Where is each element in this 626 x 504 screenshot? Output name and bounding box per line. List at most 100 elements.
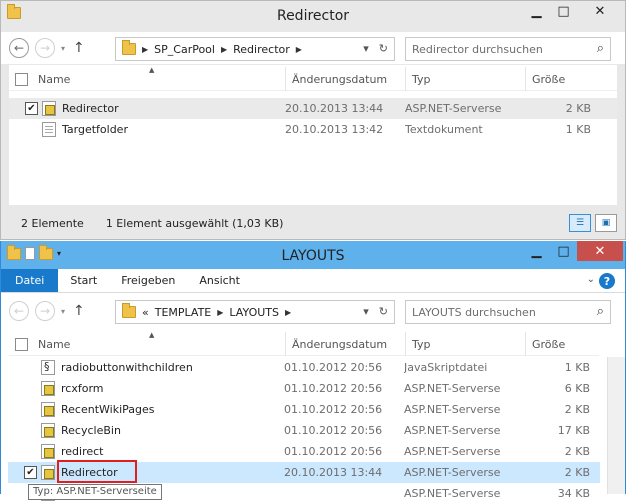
file-size: 2 KB: [565, 102, 591, 115]
folder-icon: [122, 40, 136, 55]
status-bar: 2 Elemente 1 Element ausgewählt (1,03 KB…: [1, 212, 625, 234]
file-type: ASP.NET-Serverseite: [404, 424, 500, 437]
file-type: JavaSkriptdatei: [404, 361, 488, 374]
close-button[interactable]: ✕: [577, 241, 623, 261]
column-header-name[interactable]: Name: [9, 332, 285, 356]
breadcrumb-separator-icon[interactable]: ▶: [285, 308, 291, 317]
column-header-row: ▲ Name Änderungsdatum Typ Größe: [9, 66, 617, 91]
forward-button[interactable]: →: [35, 301, 55, 321]
file-type: ASP.NET-Serverseite: [404, 382, 500, 395]
back-button[interactable]: ←: [9, 301, 29, 321]
address-history-dropdown[interactable]: ▾: [363, 42, 369, 55]
search-input[interactable]: LAYOUTS durchsuchen ⌕: [405, 300, 611, 324]
select-all-checkbox[interactable]: [15, 72, 28, 86]
column-header-type[interactable]: Typ: [405, 67, 525, 91]
column-header-size[interactable]: Größe: [525, 67, 601, 91]
large-icons-view-icon[interactable]: ▣: [595, 214, 617, 232]
js-file-icon: [41, 360, 55, 375]
expand-ribbon-icon[interactable]: ⌄: [587, 274, 595, 285]
search-placeholder: LAYOUTS durchsuchen: [412, 305, 536, 319]
aspx-file-icon: [42, 101, 56, 116]
column-header-name[interactable]: Name: [9, 67, 285, 91]
column-label: Größe: [532, 72, 566, 86]
table-row[interactable]: rcxform 01.10.2012 20:56 ASP.NET-Serversei…: [8, 378, 600, 399]
file-size: 1 KB: [565, 123, 591, 136]
file-date: 01.10.2012 20:56: [284, 382, 383, 395]
navigation-bar: ← → ▾ ↑ « TEMPLATE ▶ LAYOUTS ▶ ▾ ↻ LAYOU…: [1, 295, 625, 327]
column-header-date[interactable]: Änderungsdatum: [285, 67, 405, 91]
refresh-icon[interactable]: ↻: [379, 42, 388, 55]
forward-button[interactable]: →: [35, 38, 55, 58]
table-row[interactable]: RecycleBin 01.10.2012 20:56 ASP.NET-Server…: [8, 420, 600, 441]
breadcrumb-item[interactable]: LAYOUTS: [229, 306, 279, 319]
search-icon[interactable]: ⌕: [597, 304, 604, 319]
tab-ansicht[interactable]: Ansicht: [187, 269, 252, 292]
file-date: 01.10.2012 20:56: [284, 361, 383, 374]
breadcrumb-item[interactable]: SP_CarPool: [154, 43, 215, 56]
folder-icon: [122, 303, 136, 318]
table-row[interactable]: ✔ Redirector 20.10.2013 13:44 ASP.NET-Se…: [9, 98, 617, 119]
maximize-button[interactable]: □: [550, 1, 577, 21]
back-button[interactable]: ←: [9, 38, 29, 58]
tab-freigeben[interactable]: Freigeben: [109, 269, 187, 292]
column-label: Größe: [532, 337, 566, 351]
column-label: Name: [38, 72, 71, 86]
column-header-type[interactable]: Typ: [405, 332, 525, 356]
file-name: RecycleBin: [61, 424, 121, 437]
breadcrumb-separator-icon[interactable]: ▶: [221, 45, 227, 54]
column-header-date[interactable]: Änderungsdatum: [285, 332, 405, 356]
address-history-dropdown[interactable]: ▾: [363, 305, 369, 318]
details-view-icon[interactable]: ☰: [569, 214, 591, 232]
recent-locations-dropdown[interactable]: ▾: [61, 307, 65, 316]
breadcrumb-overflow[interactable]: «: [142, 306, 149, 319]
row-checkbox[interactable]: ✔: [25, 102, 38, 115]
search-input[interactable]: Redirector durchsuchen ⌕: [405, 37, 611, 61]
file-date: 20.10.2013 13:42: [285, 123, 384, 136]
column-label: Name: [38, 337, 71, 351]
table-row[interactable]: redirect 01.10.2012 20:56 ASP.NET-Serverse…: [8, 441, 600, 462]
breadcrumb-item[interactable]: Redirector: [233, 43, 290, 56]
maximize-button[interactable]: □: [550, 241, 577, 261]
recent-locations-dropdown[interactable]: ▾: [61, 44, 65, 53]
search-icon[interactable]: ⌕: [597, 41, 604, 56]
file-size: 2 KB: [564, 403, 590, 416]
file-type: ASP.NET-Serverseite: [405, 102, 501, 115]
refresh-icon[interactable]: ↻: [379, 305, 388, 318]
minimize-button[interactable]: ▁: [523, 241, 550, 261]
file-size: 6 KB: [564, 382, 590, 395]
address-bar[interactable]: ▶ SP_CarPool ▶ Redirector ▶ ▾ ↻: [115, 37, 395, 61]
table-row[interactable]: Targetfolder 20.10.2013 13:42 Textdokume…: [9, 119, 617, 140]
file-name: rcxform: [61, 382, 104, 395]
column-label: Typ: [412, 72, 431, 86]
tab-start[interactable]: Start: [58, 269, 109, 292]
ribbon-tabs: Datei Start Freigeben Ansicht ⌄ ?: [1, 269, 625, 293]
file-type: ASP.NET-Serverseite: [404, 403, 500, 416]
breadcrumb-separator-icon[interactable]: ▶: [296, 45, 302, 54]
tab-datei[interactable]: Datei: [1, 269, 59, 292]
column-header-size[interactable]: Größe: [525, 332, 601, 356]
title-bar[interactable]: Redirector ▁ □ ✕: [1, 1, 625, 31]
status-selection: 1 Element ausgewählt (1,03 KB): [105, 216, 284, 230]
breadcrumb-separator-icon: ▶: [142, 44, 149, 54]
up-button[interactable]: ↑: [73, 303, 85, 319]
file-size: 1 KB: [564, 361, 590, 374]
file-date: 20.10.2013 13:44: [284, 466, 383, 479]
help-icon[interactable]: ?: [599, 273, 615, 289]
breadcrumb-item[interactable]: TEMPLATE: [155, 306, 212, 319]
title-bar[interactable]: ▾ LAYOUTS ▁ □ ✕: [1, 241, 625, 269]
select-all-checkbox[interactable]: [15, 337, 28, 351]
text-file-icon: [42, 122, 56, 137]
minimize-button[interactable]: ▁: [523, 1, 550, 21]
up-button[interactable]: ↑: [73, 40, 85, 56]
column-label: Typ: [412, 337, 431, 351]
table-row[interactable]: RecentWikiPages 01.10.2012 20:56 ASP.NET-S…: [8, 399, 600, 420]
vertical-scrollbar[interactable]: [607, 357, 625, 494]
table-row[interactable]: radiobuttonwithchildren 01.10.2012 20:56 J…: [8, 357, 600, 378]
navigation-bar: ← → ▾ ↑ ▶ SP_CarPool ▶ Redirector ▶ ▾ ↻ …: [1, 32, 625, 64]
row-checkbox[interactable]: ✔: [24, 466, 37, 479]
file-size: 2 KB: [564, 466, 590, 479]
address-bar[interactable]: « TEMPLATE ▶ LAYOUTS ▶ ▾ ↻: [115, 300, 395, 324]
close-button[interactable]: ✕: [577, 1, 623, 21]
file-type: ASP.NET-Serverseite: [404, 466, 500, 479]
breadcrumb-separator-icon[interactable]: ▶: [217, 308, 223, 317]
